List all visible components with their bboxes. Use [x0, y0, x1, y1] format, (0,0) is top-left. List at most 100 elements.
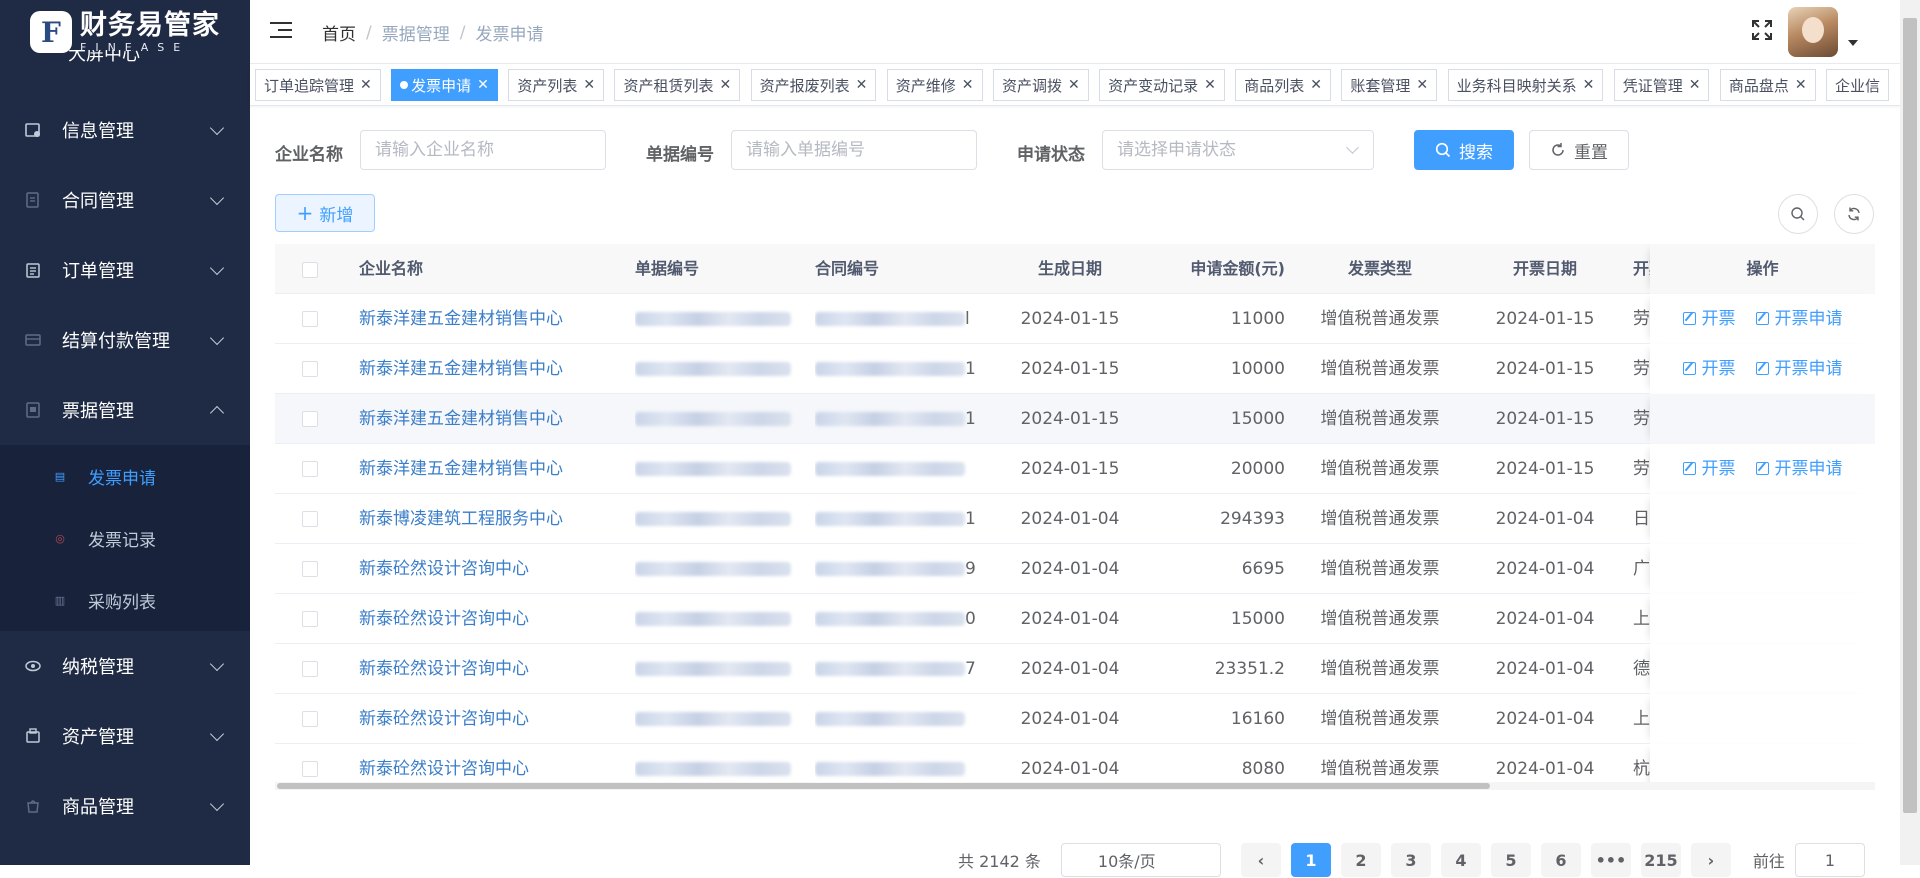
sidebar-item-goods[interactable]: 商品管理 [0, 771, 250, 841]
page-number-button[interactable]: 215 [1640, 843, 1681, 877]
close-icon[interactable]: ✕ [477, 77, 489, 93]
issue-invoice-button[interactable]: 开票 [1682, 459, 1736, 479]
tag-asset-list[interactable]: 资产列表 ✕ [508, 69, 605, 101]
close-icon[interactable]: ✕ [1795, 77, 1807, 93]
page-number-button[interactable]: 6 [1540, 843, 1581, 877]
issue-invoice-button[interactable]: 开票 [1682, 309, 1736, 329]
sidebar-item-order[interactable]: 订单管理 [0, 235, 250, 305]
next-page-button[interactable]: › [1690, 843, 1731, 877]
tag-asset-lease[interactable]: 资产租赁列表 ✕ [614, 69, 741, 101]
table-row[interactable]: 新泰洋建五金建材销售中心 1 2024-01-15 15000 增值税普通发票 2024-… [275, 394, 1875, 444]
caret-down-icon[interactable] [1848, 40, 1858, 46]
sidebar-subitem-purchase-list[interactable]: ▥ 采购列表 [0, 569, 250, 631]
invoice-apply-button[interactable]: 开票申请 [1755, 459, 1843, 479]
refresh-table-button[interactable] [1834, 194, 1874, 234]
invoice-apply-button[interactable]: 开票申请 [1755, 359, 1843, 379]
table-row[interactable]: 新泰砼然设计咨询中心 9 2024-01-04 6695 增值税普通发票 2024-01-… [275, 544, 1875, 594]
bill-number-input[interactable] [731, 130, 977, 170]
horizontal-scrollbar[interactable] [275, 782, 1875, 790]
tag-goods-list[interactable]: 商品列表 ✕ [1235, 69, 1331, 101]
vertical-scrollbar[interactable] [1900, 0, 1920, 865]
close-icon[interactable]: ✕ [1583, 77, 1595, 93]
column-header[interactable]: 生成日期 [995, 244, 1145, 294]
company-input[interactable] [360, 130, 606, 170]
page-number-button[interactable]: 2 [1340, 843, 1381, 877]
company-link[interactable]: 新泰砼然设计咨询中心 [359, 609, 529, 629]
tag-goods-inventory[interactable]: 商品盘点 ✕ [1719, 69, 1816, 101]
column-header[interactable]: 合同编号 [815, 244, 975, 294]
tag-order-tracking[interactable]: 订单追踪管理 ✕ [255, 69, 381, 101]
company-link[interactable]: 新泰洋建五金建材销售中心 [359, 459, 563, 479]
row-checkbox[interactable] [302, 511, 318, 527]
page-number-button[interactable]: 5 [1490, 843, 1531, 877]
goto-page-input[interactable]: 1 [1794, 843, 1865, 877]
close-icon[interactable]: ✕ [360, 77, 372, 93]
row-checkbox[interactable] [302, 611, 318, 627]
company-link[interactable]: 新泰博凌建筑工程服务中心 [359, 509, 563, 529]
sidebar-item-info[interactable]: 信息管理 [0, 95, 250, 165]
row-checkbox[interactable] [302, 461, 318, 477]
company-link[interactable]: 新泰洋建五金建材销售中心 [359, 359, 563, 379]
page-number-button[interactable]: 4 [1440, 843, 1481, 877]
company-link[interactable]: 新泰砼然设计咨询中心 [359, 559, 529, 579]
tag-asset-transfer[interactable]: 资产调拨 ✕ [992, 69, 1089, 101]
close-icon[interactable]: ✕ [583, 77, 595, 93]
toggle-search-button[interactable] [1778, 194, 1818, 234]
tag-voucher[interactable]: 凭证管理 ✕ [1613, 69, 1710, 101]
page-number-button[interactable]: 3 [1390, 843, 1431, 877]
scrollbar-thumb[interactable] [1903, 18, 1917, 813]
company-link[interactable]: 新泰洋建五金建材销售中心 [359, 409, 563, 429]
add-button[interactable]: + 新增 [275, 194, 375, 232]
page-number-button[interactable]: 1 [1290, 843, 1331, 877]
menu-toggle-icon[interactable] [270, 22, 292, 40]
table-row[interactable]: 新泰砼然设计咨询中心 2024-01-04 16160 增值税普通发票 2024-01-… [275, 694, 1875, 744]
column-header[interactable]: 发票类型 [1285, 244, 1475, 294]
user-avatar[interactable] [1788, 7, 1838, 57]
sidebar-item-contract[interactable]: 合同管理 [0, 165, 250, 235]
issue-invoice-button[interactable]: 开票 [1682, 359, 1736, 379]
scrollbar-thumb[interactable] [277, 783, 1490, 789]
column-header[interactable]: 企业名称 [359, 244, 619, 294]
tag-subject-mapping[interactable]: 业务科目映射关系 ✕ [1447, 69, 1604, 101]
column-header[interactable]: 单据编号 [635, 244, 795, 294]
fullscreen-icon[interactable] [1750, 18, 1774, 42]
close-icon[interactable]: ✕ [1416, 77, 1428, 93]
tag-asset-scrap[interactable]: 资产报废列表 ✕ [750, 69, 877, 101]
row-checkbox[interactable] [302, 311, 318, 327]
app-logo[interactable]: F 财务易管家 FINEASE [30, 10, 220, 54]
tag-company-info[interactable]: 企业信 [1826, 69, 1890, 101]
row-checkbox[interactable] [302, 561, 318, 577]
status-select[interactable] [1102, 130, 1374, 170]
close-icon[interactable]: ✕ [1068, 77, 1080, 93]
company-link[interactable]: 新泰洋建五金建材销售中心 [359, 309, 563, 329]
sidebar-item-asset[interactable]: 资产管理 [0, 701, 250, 771]
close-icon[interactable]: ✕ [1689, 77, 1701, 93]
close-icon[interactable]: ✕ [856, 77, 868, 93]
close-icon[interactable]: ✕ [1204, 77, 1216, 93]
company-link[interactable]: 新泰砼然设计咨询中心 [359, 709, 529, 729]
invoice-apply-button[interactable]: 开票申请 [1755, 309, 1843, 329]
page-size-select[interactable]: 10条/页 [1060, 843, 1221, 877]
row-checkbox[interactable] [302, 711, 318, 727]
tag-asset-repair[interactable]: 资产维修 ✕ [886, 69, 983, 101]
breadcrumb-home[interactable]: 首页 [322, 20, 356, 45]
select-all-checkbox[interactable] [302, 261, 318, 278]
column-header[interactable]: 申请金额(元) [1145, 244, 1285, 294]
company-link[interactable]: 新泰砼然设计咨询中心 [359, 759, 529, 779]
prev-page-button[interactable]: ‹ [1240, 843, 1281, 877]
page-ellipsis[interactable]: ••• [1590, 843, 1631, 877]
close-icon[interactable]: ✕ [962, 77, 974, 93]
column-header[interactable]: 开票日期 [1475, 244, 1615, 294]
table-row[interactable]: 新泰洋建五金建材销售中心 1 2024-01-15 10000 增值税普通发票 2024-… [275, 344, 1875, 394]
tag-asset-change-log[interactable]: 资产变动记录 ✕ [1099, 69, 1225, 101]
tag-invoice-apply[interactable]: 发票申请 ✕ [391, 69, 498, 101]
close-icon[interactable]: ✕ [719, 77, 731, 93]
row-checkbox[interactable] [302, 411, 318, 427]
sidebar-item-settlement[interactable]: 结算付款管理 [0, 305, 250, 375]
company-link[interactable]: 新泰砼然设计咨询中心 [359, 659, 529, 679]
sidebar-subitem-invoice-apply[interactable]: ▤ 发票申请 [0, 445, 250, 507]
row-checkbox[interactable] [302, 761, 318, 777]
tag-account-set[interactable]: 账套管理 ✕ [1341, 69, 1438, 101]
close-icon[interactable]: ✕ [1310, 77, 1322, 93]
table-row[interactable]: 新泰洋建五金建材销售中心 2024-01-15 20000 增值税普通发票 2024-0… [275, 444, 1875, 494]
